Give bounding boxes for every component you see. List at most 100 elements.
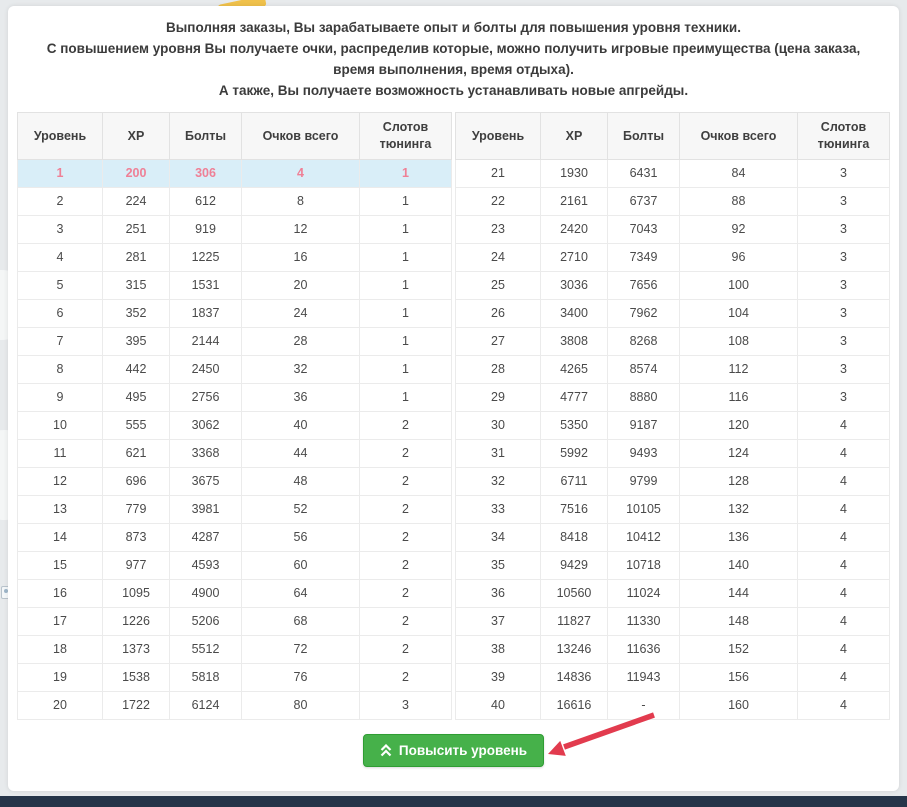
table-row: 53151531201 xyxy=(18,271,452,299)
table-cell: 5 xyxy=(18,271,103,299)
table-cell: 16616 xyxy=(541,691,608,719)
table-cell: 1 xyxy=(360,355,452,383)
table-cell: 1 xyxy=(360,159,452,187)
table-cell: 13 xyxy=(18,495,103,523)
table-cell: 873 xyxy=(103,523,170,551)
table-row: 116213368442 xyxy=(18,439,452,467)
column-header: Слотов тюнинга xyxy=(798,112,890,159)
table-cell: 40 xyxy=(456,691,541,719)
intro-line-2: С повышением уровня Вы получаете очки, р… xyxy=(39,39,868,81)
table-cell: 10 xyxy=(18,411,103,439)
level-up-button[interactable]: Повысить уровень xyxy=(363,734,544,767)
table-cell: 7656 xyxy=(608,271,680,299)
table-cell: 132 xyxy=(680,495,798,523)
table-cell: 4 xyxy=(798,467,890,495)
table-cell: 8418 xyxy=(541,523,608,551)
table-cell: 116 xyxy=(680,383,798,411)
column-header: Болты xyxy=(170,112,242,159)
table-cell: 7043 xyxy=(608,215,680,243)
table-cell: 27 xyxy=(456,327,541,355)
table-cell: 24 xyxy=(242,299,360,327)
table-cell: 68 xyxy=(242,607,360,635)
table-row: 159774593602 xyxy=(18,551,452,579)
table-cell: 4287 xyxy=(170,523,242,551)
table-cell: 352 xyxy=(103,299,170,327)
table-cell: 6431 xyxy=(608,159,680,187)
table-row: 1813735512722 xyxy=(18,635,452,663)
table-cell: 11 xyxy=(18,439,103,467)
table-cell: 7 xyxy=(18,327,103,355)
table-cell: 2756 xyxy=(170,383,242,411)
table-cell: 72 xyxy=(242,635,360,663)
table-row: 3711827113301484 xyxy=(456,607,890,635)
table-cell: 6711 xyxy=(541,467,608,495)
table-cell: 3 xyxy=(798,299,890,327)
table-cell: 2 xyxy=(360,635,452,663)
table-row: 26340079621043 xyxy=(456,299,890,327)
table-cell: 148 xyxy=(680,607,798,635)
table-row: 1915385818762 xyxy=(18,663,452,691)
table-row: 120030641 xyxy=(18,159,452,187)
table-cell: 28 xyxy=(456,355,541,383)
table-row: 1610954900642 xyxy=(18,579,452,607)
table-cell: 1538 xyxy=(103,663,170,691)
table-header-row: УровеньXPБолтыОчков всегоСлотов тюнинга xyxy=(456,112,890,159)
table-cell: 25 xyxy=(456,271,541,299)
table-cell: 39 xyxy=(456,663,541,691)
table-cell: 395 xyxy=(103,327,170,355)
table-cell: 128 xyxy=(680,467,798,495)
table-cell: 8268 xyxy=(608,327,680,355)
table-cell: 2 xyxy=(360,579,452,607)
table-cell: 442 xyxy=(103,355,170,383)
table-cell: 6737 xyxy=(608,187,680,215)
table-cell: 8880 xyxy=(608,383,680,411)
table-cell: 3 xyxy=(798,187,890,215)
column-header: Уровень xyxy=(18,112,103,159)
table-cell: 24 xyxy=(456,243,541,271)
table-cell: 92 xyxy=(680,215,798,243)
footer-bar xyxy=(0,796,907,807)
table-cell: 52 xyxy=(242,495,360,523)
table-cell: 140 xyxy=(680,551,798,579)
table-cell: 16 xyxy=(18,579,103,607)
table-cell: 30 xyxy=(456,411,541,439)
table-cell: 9429 xyxy=(541,551,608,579)
table-row: 3813246116361524 xyxy=(456,635,890,663)
table-cell: 10105 xyxy=(608,495,680,523)
table-cell: 19 xyxy=(18,663,103,691)
table-cell: 1225 xyxy=(170,243,242,271)
table-cell: 20 xyxy=(242,271,360,299)
table-cell: 8 xyxy=(18,355,103,383)
column-header: Очков всего xyxy=(242,112,360,159)
table-cell: 16 xyxy=(242,243,360,271)
table-cell: 1837 xyxy=(170,299,242,327)
table-row: 126963675482 xyxy=(18,467,452,495)
table-cell: 555 xyxy=(103,411,170,439)
table-cell: 3368 xyxy=(170,439,242,467)
table-cell: 3981 xyxy=(170,495,242,523)
column-header: XP xyxy=(103,112,170,159)
level-up-label: Повысить уровень xyxy=(399,743,527,758)
table-cell: 14 xyxy=(18,523,103,551)
table-cell: 14836 xyxy=(541,663,608,691)
table-row: 3251919121 xyxy=(18,215,452,243)
table-cell: 1722 xyxy=(103,691,170,719)
table-row: 84422450321 xyxy=(18,355,452,383)
table-cell: 3 xyxy=(798,215,890,243)
table-cell: 2710 xyxy=(541,243,608,271)
table-row: 148734287562 xyxy=(18,523,452,551)
table-cell: 2 xyxy=(360,663,452,691)
table-cell: 4 xyxy=(798,523,890,551)
table-cell: 11943 xyxy=(608,663,680,691)
table-cell: 9493 xyxy=(608,439,680,467)
table-cell: 26 xyxy=(456,299,541,327)
table-cell: 3 xyxy=(798,355,890,383)
table-row: 1712265206682 xyxy=(18,607,452,635)
column-header: XP xyxy=(541,112,608,159)
table-cell: 4593 xyxy=(170,551,242,579)
table-cell: 3 xyxy=(798,327,890,355)
table-cell: 495 xyxy=(103,383,170,411)
table-cell: 60 xyxy=(242,551,360,579)
table-cell: 3 xyxy=(798,243,890,271)
table-row: 359429107181404 xyxy=(456,551,890,579)
